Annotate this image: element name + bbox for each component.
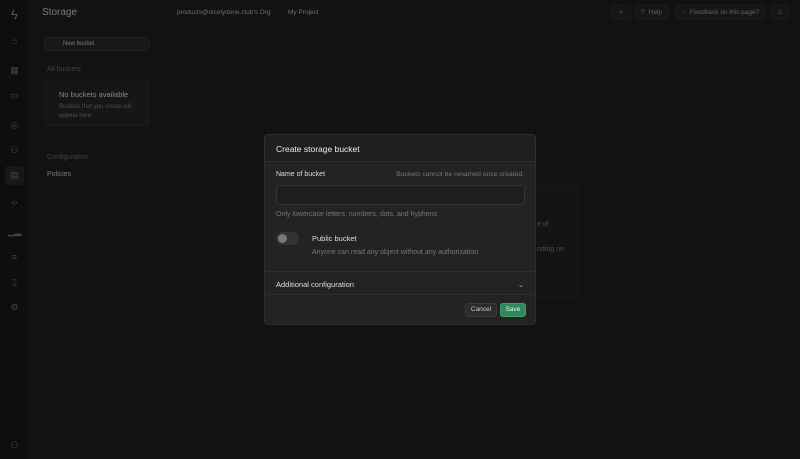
toggle-knob <box>278 234 287 243</box>
cancel-button[interactable]: Cancel <box>465 303 497 317</box>
bucket-name-help: Only lowercase letters, numbers, dots, a… <box>276 211 438 218</box>
additional-configuration-label: Additional configuration <box>276 280 354 289</box>
chevron-down-icon: ⌄ <box>517 280 524 289</box>
dialog-title: Create storage bucket <box>265 135 535 162</box>
public-bucket-toggle[interactable] <box>276 232 299 245</box>
bucket-name-hint: Buckets cannot be renamed once created. <box>396 171 524 178</box>
public-bucket-desc: Anyone can read any object without any a… <box>312 249 479 256</box>
create-bucket-dialog: Create storage bucket Name of bucket Buc… <box>264 134 536 325</box>
save-button[interactable]: Save <box>500 303 526 317</box>
bucket-name-label: Name of bucket <box>276 171 326 178</box>
public-bucket-label: Public bucket <box>312 234 357 243</box>
bucket-name-input[interactable] <box>276 185 525 205</box>
additional-configuration-toggle[interactable]: Additional configuration ⌄ <box>265 271 535 295</box>
